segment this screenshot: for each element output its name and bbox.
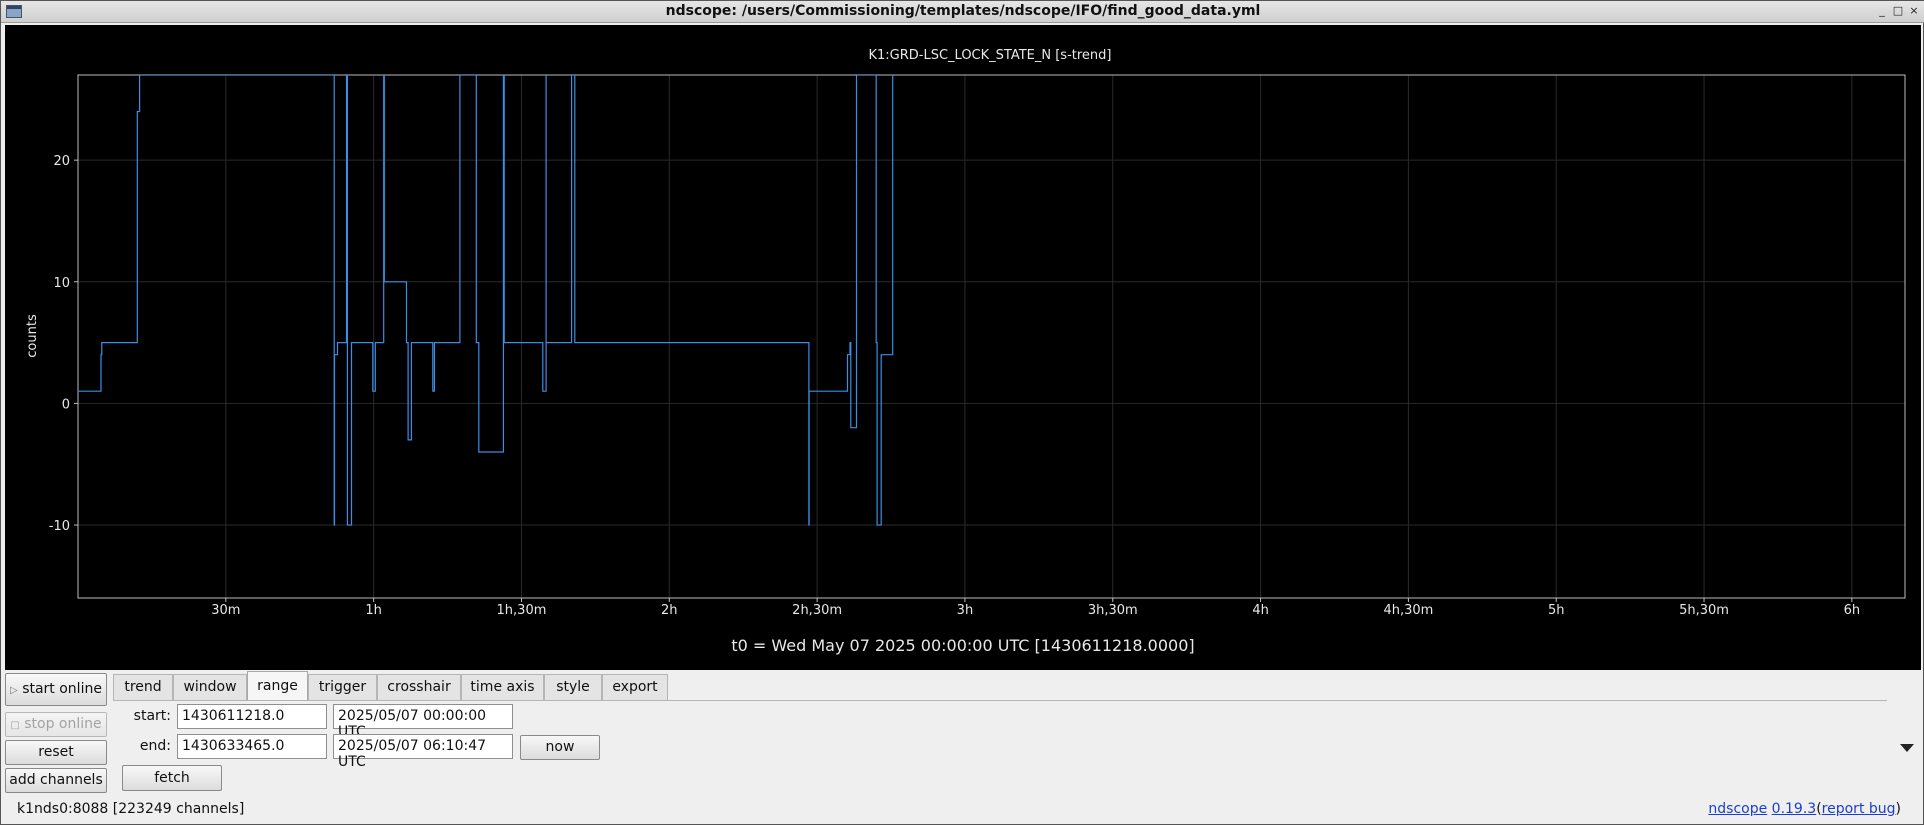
x-tick-label: 2h xyxy=(661,603,678,618)
version-info: ndscope 0.19.3(report bug) xyxy=(1708,801,1901,817)
stop-icon: □ xyxy=(10,720,20,731)
start-label: start: xyxy=(133,708,171,724)
start-utc-field[interactable]: 2025/05/07 00:00:00 UTC xyxy=(333,704,513,740)
channel-count: [223249 channels] xyxy=(112,801,245,817)
end-gps-field[interactable]: 1430633465.0 xyxy=(177,734,327,759)
paren-close: ) xyxy=(1895,801,1901,817)
close-icon[interactable]: × xyxy=(1907,4,1921,18)
tab-trigger[interactable]: trigger xyxy=(308,674,377,700)
ndscope-link[interactable]: ndscope xyxy=(1708,801,1767,817)
version-link[interactable]: 0.19.3 xyxy=(1772,801,1817,817)
add-channels-button[interactable]: add channels xyxy=(5,768,107,793)
plot-area[interactable]: -10 0 10 20 30m 1h 1h,30m 2h 2h,30m 3h 3h,30m 4h 4h,… xyxy=(5,25,1921,670)
x-tick-label: 5h xyxy=(1548,603,1565,618)
tab-export[interactable]: export xyxy=(602,674,668,700)
y-tick-label: 0 xyxy=(62,397,70,412)
end-label: end: xyxy=(139,738,171,754)
x-tick-label: 4h,30m xyxy=(1383,603,1433,618)
x-tick-label: 3h xyxy=(957,603,974,618)
maximize-icon[interactable]: □ xyxy=(1891,4,1905,18)
tab-range[interactable]: range xyxy=(247,671,308,701)
tab-time-axis[interactable]: time axis xyxy=(461,674,544,700)
start-online-button[interactable]: ▷ start online xyxy=(5,673,107,706)
tab-crosshair[interactable]: crosshair xyxy=(377,674,461,700)
y-tick-label: 10 xyxy=(53,276,70,291)
t0-label: t0 = Wed May 07 2025 00:00:00 UTC [14306… xyxy=(731,636,1194,655)
reset-button[interactable]: reset xyxy=(5,740,107,765)
start-gps-field[interactable]: 1430611218.0 xyxy=(177,704,327,729)
x-tick-label: 1h,30m xyxy=(497,603,547,618)
trend-chart[interactable]: -10 0 10 20 30m 1h 1h,30m 2h 2h,30m 3h 3h,30m 4h 4h,… xyxy=(5,25,1921,670)
x-tick-label: 4h xyxy=(1252,603,1269,618)
tab-style[interactable]: style xyxy=(544,674,602,700)
x-tick-label: 3h,30m xyxy=(1088,603,1138,618)
start-online-label: start online xyxy=(22,681,102,697)
stop-online-button[interactable]: □ stop online xyxy=(5,712,107,737)
stop-online-label: stop online xyxy=(24,716,102,732)
expand-arrow-icon[interactable] xyxy=(1900,744,1914,752)
server-address: k1nds0:8088 xyxy=(17,801,109,817)
title-bar[interactable]: ndscope: /users/Commissioning/templates/… xyxy=(1,1,1924,23)
y-tick-label: 20 xyxy=(53,154,70,169)
x-tick-label: 1h xyxy=(365,603,382,618)
now-button[interactable]: now xyxy=(520,735,600,760)
play-icon: ▷ xyxy=(10,685,18,696)
x-tick-label: 2h,30m xyxy=(792,603,842,618)
tab-window[interactable]: window xyxy=(173,674,247,700)
tab-pane-divider xyxy=(113,700,1887,701)
x-tick-label: 30m xyxy=(211,603,240,618)
status-bar: k1nds0:8088 [223249 channels] xyxy=(17,801,244,817)
main-window: ndscope: /users/Commissioning/templates/… xyxy=(0,0,1924,825)
x-tick-label: 6h xyxy=(1844,603,1861,618)
chart-title: K1:GRD-LSC_LOCK_STATE_N [s-trend] xyxy=(868,48,1111,63)
report-bug-link[interactable]: report bug xyxy=(1822,801,1896,817)
minimize-icon[interactable]: _ xyxy=(1875,4,1889,18)
fetch-button[interactable]: fetch xyxy=(122,765,222,791)
y-tick-label: -10 xyxy=(49,519,70,534)
series-line-0 xyxy=(78,75,894,526)
y-axis-label: counts xyxy=(25,314,40,358)
x-tick-label: 5h,30m xyxy=(1679,603,1729,618)
window-title: ndscope: /users/Commissioning/templates/… xyxy=(665,3,1261,19)
tab-trend[interactable]: trend xyxy=(113,674,173,700)
end-utc-field[interactable]: 2025/05/07 06:10:47 UTC xyxy=(333,734,513,770)
